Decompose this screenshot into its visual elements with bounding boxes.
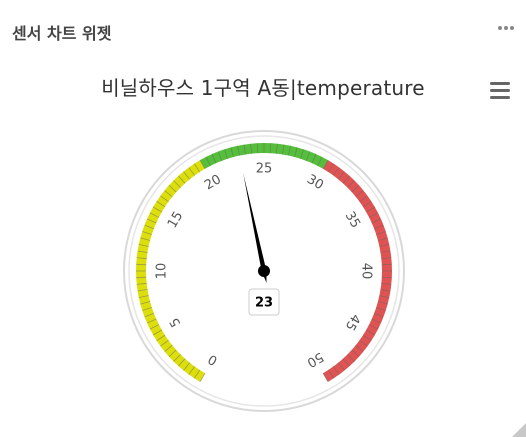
gauge-minor-tick bbox=[256, 143, 259, 154]
gauge-tick-label: 10 bbox=[155, 263, 170, 280]
gauge-value-label: 23 bbox=[255, 296, 273, 311]
temperature-gauge: 0510152025303540455023 bbox=[123, 130, 405, 412]
gauge-minor-tick bbox=[136, 276, 147, 279]
gauge-tick-label: 40 bbox=[359, 263, 374, 280]
gauge-minor-tick bbox=[381, 263, 392, 266]
sensor-chart-widget: 센서 차트 위젯 비닐하우스 1구역 A동|temperature 0 5 10 15… bbox=[0, 0, 526, 437]
gauge-tick-label: 25 bbox=[256, 162, 273, 177]
gauge-needle-pivot bbox=[258, 265, 270, 277]
gauge-minor-tick bbox=[381, 276, 392, 279]
gauge-minor-tick bbox=[269, 143, 272, 154]
resize-handle[interactable] bbox=[512, 423, 526, 437]
gauge-minor-tick bbox=[136, 263, 147, 266]
